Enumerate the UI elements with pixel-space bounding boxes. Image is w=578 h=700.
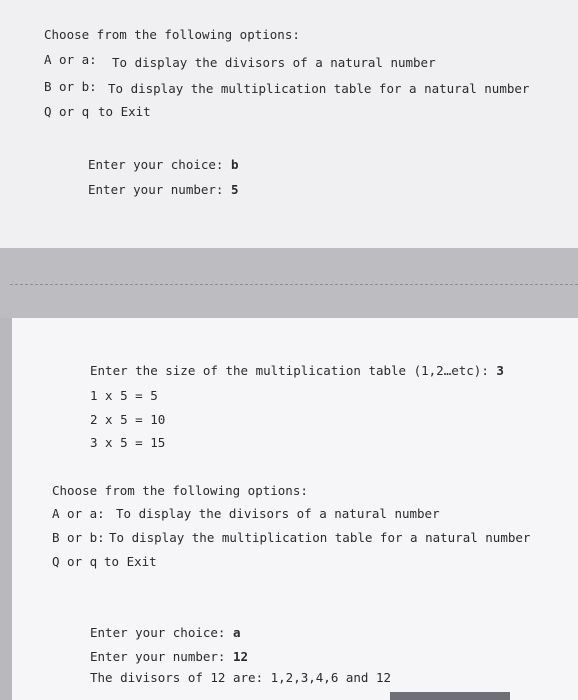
menu-title: Choose from the following options:	[52, 483, 308, 498]
choice-prompt: Enter your choice:	[90, 625, 226, 640]
choice-line: Enter your choice: b	[88, 157, 239, 173]
taskbar-strip	[390, 692, 510, 700]
number-line: Enter your number: 5	[88, 182, 239, 198]
console-output-top: Choose from the following options: A or …	[0, 0, 578, 248]
menu-option-a-key: A or a:	[44, 52, 97, 67]
number-value: 5	[231, 182, 239, 197]
menu-option-a-desc: To display the divisors of a natural num…	[116, 506, 440, 521]
table-size-value: 3	[496, 363, 504, 378]
number-line: Enter your number: 12	[90, 649, 248, 665]
menu-option-a-key: A or a:	[52, 506, 105, 521]
menu-option-b-desc: To display the multiplication table for …	[108, 81, 530, 96]
table-row-3: 3 x 5 = 15	[90, 435, 166, 450]
number-prompt: Enter your number:	[88, 182, 224, 197]
console-output-bottom: Enter the size of the multiplication tab…	[12, 318, 578, 700]
dashed-divider	[10, 284, 578, 285]
number-value: 12	[233, 649, 249, 664]
menu-option-b-key: B or b:	[44, 79, 97, 94]
menu-option-q-desc: to Exit	[104, 554, 157, 569]
choice-prompt: Enter your choice:	[88, 157, 224, 172]
menu-option-b-key: B or b:	[52, 530, 105, 545]
menu-option-q-desc: to Exit	[98, 104, 151, 119]
number-prompt: Enter your number:	[90, 649, 226, 664]
choice-value: a	[233, 625, 241, 640]
menu-option-b-desc: To display the multiplication table for …	[109, 530, 531, 545]
menu-option-q-key: Q or q	[52, 554, 98, 569]
table-size-prompt: Enter the size of the multiplication tab…	[90, 363, 489, 378]
table-row-1: 1 x 5 = 5	[90, 388, 158, 403]
divisors-result: The divisors of 12 are: 1,2,3,4,6 and 12	[90, 670, 392, 685]
menu-option-a-desc: To display the divisors of a natural num…	[112, 55, 436, 70]
choice-value: b	[231, 157, 239, 172]
menu-option-q-key: Q or q	[44, 104, 90, 119]
table-size-line: Enter the size of the multiplication tab…	[90, 363, 504, 379]
page-gap	[0, 248, 578, 318]
choice-line: Enter your choice: a	[90, 625, 241, 641]
menu-title: Choose from the following options:	[44, 27, 300, 42]
table-row-2: 2 x 5 = 10	[90, 412, 166, 427]
